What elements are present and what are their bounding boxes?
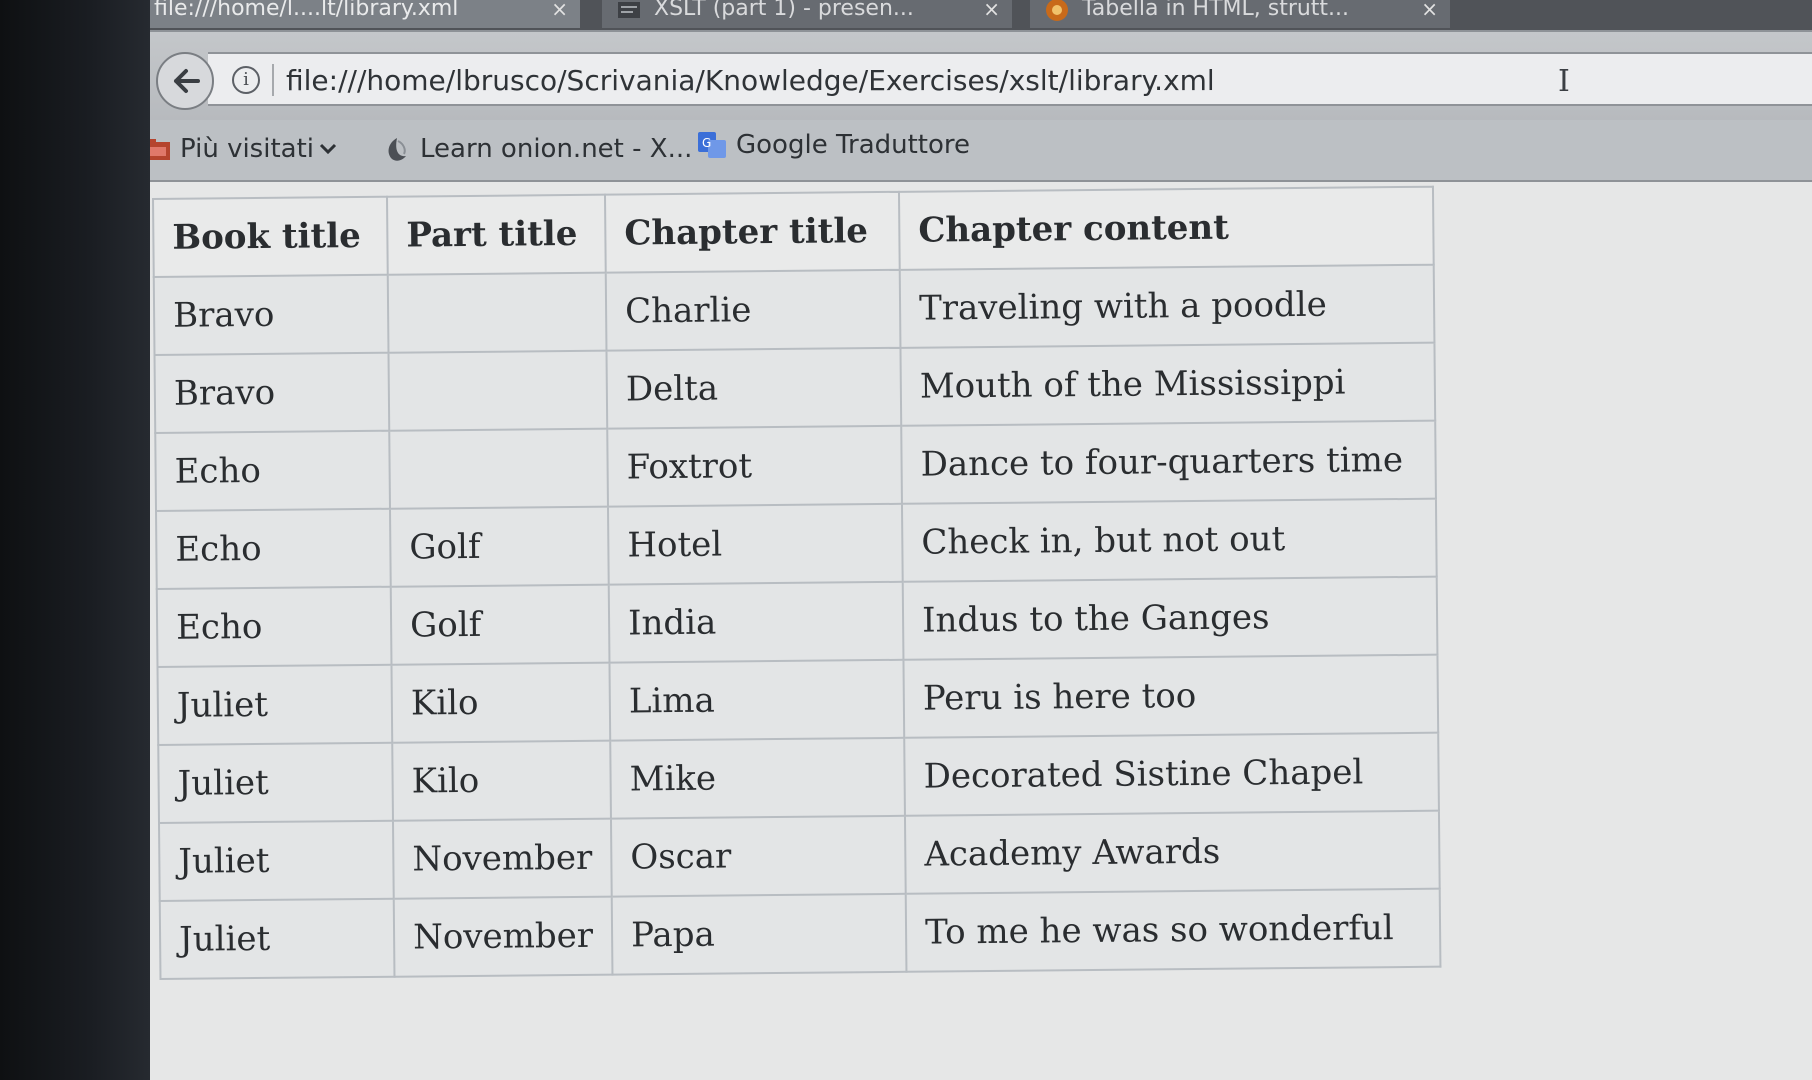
column-header-book-title: Book title	[153, 196, 388, 277]
cell-book-title: Juliet	[158, 820, 394, 901]
cell-book-title: Bravo	[154, 352, 390, 433]
cell-part-title: Kilo	[391, 662, 611, 743]
cell-chapter-title: Foxtrot	[607, 425, 902, 507]
table-row: Bravo Charlie Traveling with a poodle	[153, 264, 1435, 355]
tab-html-table[interactable]: Tabella in HTML, strutt... ×	[1030, 0, 1450, 28]
cell-chapter-content: Peru is here too	[903, 654, 1439, 738]
cell-chapter-title: India	[608, 581, 904, 663]
cell-part-title	[388, 350, 608, 431]
bookmarks-toolbar: Più visitati Learn onion.net - X... G Go…	[150, 120, 1812, 182]
table-row: Juliet Kilo Mike Decorated Sistine Chape…	[158, 732, 1439, 823]
column-header-chapter-content: Chapter content	[898, 186, 1434, 270]
cell-chapter-title: Mike	[610, 737, 905, 819]
onion-icon	[388, 138, 406, 161]
address-bar[interactable]: i file:///home/lbrusco/Scrivania/Knowled…	[208, 52, 1812, 106]
cell-part-title: November	[393, 896, 613, 977]
table-header-row: Book title Part title Chapter title Chap…	[153, 186, 1434, 277]
cell-chapter-content: Traveling with a poodle	[899, 264, 1435, 348]
address-bar-url: file:///home/lbrusco/Scrivania/Knowledge…	[286, 64, 1215, 97]
table-row: Echo Foxtrot Dance to four-quarters time	[155, 420, 1436, 511]
table-row: Juliet November Papa To me he was so won…	[159, 888, 1441, 979]
cell-book-title: Echo	[156, 508, 391, 589]
column-header-part-title: Part title	[386, 194, 606, 275]
cell-book-title: Echo	[156, 586, 392, 667]
cell-book-title: Juliet	[157, 664, 393, 745]
column-header-chapter-title: Chapter title	[604, 191, 900, 273]
cell-chapter-title: Lima	[609, 659, 905, 741]
text-cursor-icon: I	[1558, 64, 1570, 99]
cell-chapter-title: Hotel	[607, 503, 903, 585]
site-favicon-icon	[1046, 0, 1068, 21]
cell-part-title: November	[392, 818, 612, 899]
svg-text:G: G	[702, 136, 711, 150]
cell-part-title: Golf	[389, 506, 609, 587]
back-button[interactable]	[156, 52, 214, 110]
chevron-down-icon	[319, 143, 337, 155]
arrow-left-icon	[174, 69, 200, 93]
cell-chapter-title: Papa	[611, 893, 907, 975]
table-row: Echo Golf India Indus to the Ganges	[156, 576, 1438, 667]
cell-part-title	[387, 272, 607, 353]
cell-chapter-content: Mouth of the Mississippi	[900, 342, 1436, 426]
cell-book-title: Juliet	[159, 898, 395, 979]
divider	[272, 64, 274, 96]
cell-part-title: Golf	[390, 584, 610, 665]
monitor-bezel	[0, 0, 150, 1080]
bookmark-most-visited[interactable]: Più visitati	[150, 134, 338, 164]
cell-chapter-title: Charlie	[605, 269, 901, 351]
navigation-toolbar: i file:///home/lbrusco/Scrivania/Knowled…	[150, 30, 1812, 120]
bookmark-google-translate[interactable]: G Google Traduttore	[696, 130, 970, 160]
cell-part-title: Kilo	[392, 740, 611, 821]
browser-window: file:///home/l....lt/library.xml × XSLT …	[150, 0, 1812, 1080]
translate-icon: G	[698, 132, 726, 158]
info-icon[interactable]: i	[232, 66, 260, 94]
document-icon	[618, 2, 640, 18]
tab-title: file:///home/l....lt/library.xml	[154, 0, 459, 21]
bookmark-learn-onion[interactable]: Learn onion.net - X...	[382, 134, 692, 164]
table-row: Juliet November Oscar Academy Awards	[158, 810, 1440, 901]
cell-book-title: Echo	[155, 430, 390, 511]
bookmark-label: Più visitati	[180, 134, 314, 164]
library-table: Book title Part title Chapter title Chap…	[152, 186, 1441, 980]
close-icon[interactable]: ×	[551, 0, 568, 24]
cell-part-title	[389, 428, 608, 509]
cell-book-title: Bravo	[153, 274, 389, 355]
table-row: Bravo Delta Mouth of the Mississippi	[154, 342, 1436, 433]
cell-chapter-content: Dance to four-quarters time	[901, 420, 1436, 504]
cell-chapter-content: Indus to the Ganges	[902, 576, 1438, 660]
close-icon[interactable]: ×	[983, 0, 1000, 24]
tab-library-xml[interactable]: file:///home/l....lt/library.xml ×	[150, 0, 580, 28]
close-icon[interactable]: ×	[1421, 0, 1438, 24]
table-row: Echo Golf Hotel Check in, but not out	[156, 498, 1437, 589]
table-row: Juliet Kilo Lima Peru is here too	[157, 654, 1439, 745]
tab-xslt-presentation[interactable]: XSLT (part 1) - presen... ×	[602, 0, 1012, 28]
cell-chapter-content: Decorated Sistine Chapel	[904, 732, 1439, 816]
page-content: Book title Part title Chapter title Chap…	[150, 182, 1812, 1080]
cell-chapter-title: Delta	[606, 347, 902, 429]
folder-icon	[150, 139, 170, 160]
cell-chapter-title: Oscar	[610, 815, 906, 897]
tab-title: XSLT (part 1) - presen...	[654, 0, 914, 21]
cell-chapter-content: Academy Awards	[904, 810, 1440, 894]
cell-chapter-content: Check in, but not out	[901, 498, 1437, 582]
cell-book-title: Juliet	[158, 742, 393, 823]
tab-strip: file:///home/l....lt/library.xml × XSLT …	[150, 0, 1812, 30]
bookmark-label: Google Traduttore	[736, 130, 971, 160]
bookmark-label: Learn onion.net - X...	[420, 134, 693, 164]
tab-title: Tabella in HTML, strutt...	[1082, 0, 1350, 21]
cell-chapter-content: To me he was so wonderful	[905, 888, 1441, 972]
